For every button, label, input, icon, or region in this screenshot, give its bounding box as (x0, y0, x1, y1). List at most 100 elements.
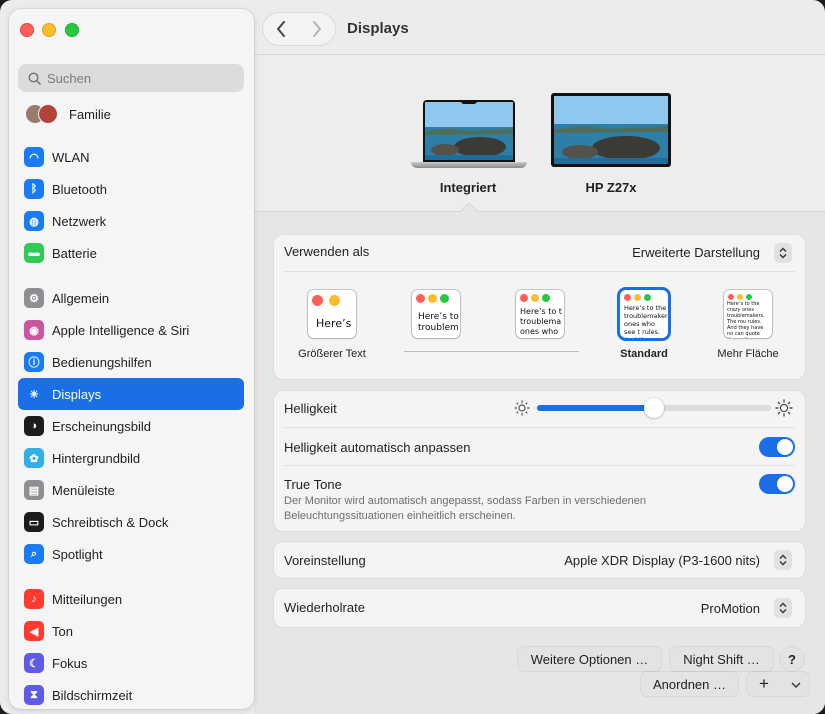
sidebar-list: Familie ◠ WLAN ᛒ Bluetooth ◍ Netzwerk ▬ Batteri… (9, 101, 254, 709)
scale-option-more-space[interactable]: Here’s to the crazy ones troublemakers. … (724, 290, 772, 338)
wifi-icon: ◠ (24, 147, 44, 167)
navigation-buttons (263, 13, 335, 45)
use-as-stepper[interactable] (774, 243, 792, 263)
sidebar-item-wlan[interactable]: ◠ WLAN (18, 141, 244, 173)
sidebar-item-schreibtisch-dock[interactable]: ▭ Schreibtisch & Dock (18, 506, 244, 538)
refresh-card: Wiederholrate ProMotion (274, 589, 805, 627)
auto-brightness-toggle[interactable] (759, 437, 795, 457)
siri-icon: ◉ (24, 320, 44, 340)
sidebar-item-fokus[interactable]: ☾ Fokus (18, 647, 244, 679)
accessibility-icon: ⓘ (24, 352, 44, 372)
gear-icon: ⚙ (24, 288, 44, 308)
true-tone-description-1: Der Monitor wird automatisch angepasst, … (284, 495, 646, 507)
forward-button[interactable] (299, 13, 335, 45)
system-settings-window: Displays Integriert HP Z27x Verwenden al… (0, 0, 825, 714)
sidebar-item-label: Allgemein (52, 290, 110, 306)
sidebar-item-hintergrundbild[interactable]: ✿ Hintergrundbild (18, 442, 244, 474)
sidebar-item-family[interactable]: Familie (25, 103, 111, 125)
monitor-label-integriert: Integriert (439, 180, 497, 195)
sidebar-item-apple-intelligence-siri[interactable]: ◉ Apple Intelligence & Siri (18, 314, 244, 346)
sidebar-item-batterie[interactable]: ▬ Batterie (18, 237, 244, 269)
card-divider (284, 271, 795, 272)
sidebar-item-displays[interactable]: ☀ Displays (18, 378, 244, 410)
sidebar-item-label: Ton (52, 623, 73, 639)
sidebar-item-label: Menüleiste (52, 482, 115, 498)
add-display-button[interactable]: + (747, 672, 809, 696)
search-input[interactable]: Suchen (18, 64, 244, 92)
minimize-window-button[interactable] (42, 23, 56, 37)
scale-sample-text: Here’s to t troublema ones who (520, 307, 562, 336)
sidebar-item-label: Bildschirmzeit (52, 687, 133, 703)
brightness-label: Helligkeit (284, 401, 337, 416)
sidebar-item-mitteilungen[interactable]: ♪ Mitteilungen (18, 583, 244, 615)
preset-value[interactable]: Apple XDR Display (P3-1600 nits) (564, 553, 760, 568)
scale-sample-text: Here’s (316, 317, 352, 330)
sidebar-item-label: Bluetooth (52, 181, 107, 197)
scale-sample-text: Here’s to the crazy ones troublemakers. … (727, 301, 765, 338)
displays-arrangement-area (254, 55, 825, 212)
plus-icon: + (759, 674, 769, 693)
laptop-base (411, 162, 527, 168)
sun-large-icon (775, 399, 793, 417)
scale-sample-text: Here’s to troublem (418, 312, 459, 333)
arrange-button[interactable]: Anordnen … (641, 672, 738, 696)
scale-option-larger-text[interactable]: Here’s (308, 290, 356, 338)
help-button[interactable]: ? (780, 647, 804, 671)
refresh-stepper[interactable] (774, 598, 792, 618)
sidebar: Suchen Familie ◠ WLAN ᛒ Bluetooth ◍ Netzwerk ▬… (9, 9, 254, 709)
scale-option-3[interactable]: Here’s to t troublema ones who (516, 290, 564, 338)
selection-pointer (459, 203, 479, 213)
menubar-icon: ▤ (24, 480, 44, 500)
chevron-right-icon (313, 21, 321, 37)
close-window-button[interactable] (20, 23, 34, 37)
sidebar-item-label: Fokus (52, 655, 88, 671)
updown-chevron-icon (779, 602, 787, 614)
sidebar-item-netzwerk[interactable]: ◍ Netzwerk (18, 205, 244, 237)
globe-icon: ◍ (24, 211, 44, 231)
refresh-value[interactable]: ProMotion (701, 601, 760, 616)
sidebar-item-allgemein[interactable]: ⚙ Allgemein (18, 282, 244, 314)
preset-label: Voreinstellung (284, 553, 366, 568)
family-avatars (25, 104, 61, 124)
sidebar-item-label: Bedienungshilfen (52, 354, 152, 370)
true-tone-toggle[interactable] (759, 474, 795, 494)
sun-small-icon (514, 400, 530, 416)
scale-label-more-space: Mehr Fläche (717, 348, 779, 360)
brightness-slider-knob[interactable] (644, 398, 664, 418)
scale-option-standard[interactable]: Here’s to the troublemakers, ones who se… (620, 290, 668, 338)
more-options-button[interactable]: Weitere Optionen … (518, 647, 661, 671)
sidebar-item-label: Mitteilungen (52, 591, 123, 607)
laptop-screen (423, 100, 515, 162)
scale-option-2[interactable]: Here’s to troublem (412, 290, 460, 338)
sidebar-item-bedienungshilfen[interactable]: ⓘ Bedienungshilfen (18, 346, 244, 378)
sidebar-item-menüleiste[interactable]: ▤ Menüleiste (18, 474, 244, 506)
back-button[interactable] (263, 13, 299, 45)
zoom-window-button[interactable] (65, 23, 79, 37)
true-tone-description-2: Beleuchtungssituationen einheitlich ersc… (284, 510, 516, 522)
sidebar-item-label: Erscheinungsbild (52, 418, 152, 434)
appearance-icon: ◑ (24, 416, 44, 436)
sidebar-item-ton[interactable]: ◀ Ton (18, 615, 244, 647)
preset-stepper[interactable] (774, 550, 792, 570)
scale-label-larger-text: Größerer Text (298, 348, 366, 360)
use-as-value[interactable]: Erweiterte Darstellung (632, 245, 760, 260)
refresh-label: Wiederholrate (284, 600, 365, 615)
brightness-card: Helligkeit Helligkeit automatisch anpass… (274, 391, 805, 531)
brightness-slider-fill (537, 405, 654, 411)
speaker-icon: ◀ (24, 621, 44, 641)
sidebar-item-bildschirmzeit[interactable]: ⧗ Bildschirmzeit (18, 679, 244, 709)
night-shift-button[interactable]: Night Shift … (670, 647, 773, 671)
sidebar-item-bluetooth[interactable]: ᛒ Bluetooth (18, 173, 244, 205)
sidebar-item-label: Apple Intelligence & Siri (52, 322, 190, 338)
sidebar-item-label: Familie (69, 106, 111, 122)
brightness-slider[interactable] (537, 398, 771, 418)
card-divider (284, 427, 795, 428)
sidebar-item-label: Batterie (52, 245, 97, 261)
battery-icon: ▬ (24, 243, 44, 263)
bluetooth-icon: ᛒ (24, 179, 44, 199)
sidebar-item-spotlight[interactable]: ⌕ Spotlight (18, 538, 244, 570)
dock-icon: ▭ (24, 512, 44, 532)
bell-icon: ♪ (24, 589, 44, 609)
use-as-label: Verwenden als (284, 244, 370, 259)
sidebar-item-erscheinungsbild[interactable]: ◑ Erscheinungsbild (18, 410, 244, 442)
